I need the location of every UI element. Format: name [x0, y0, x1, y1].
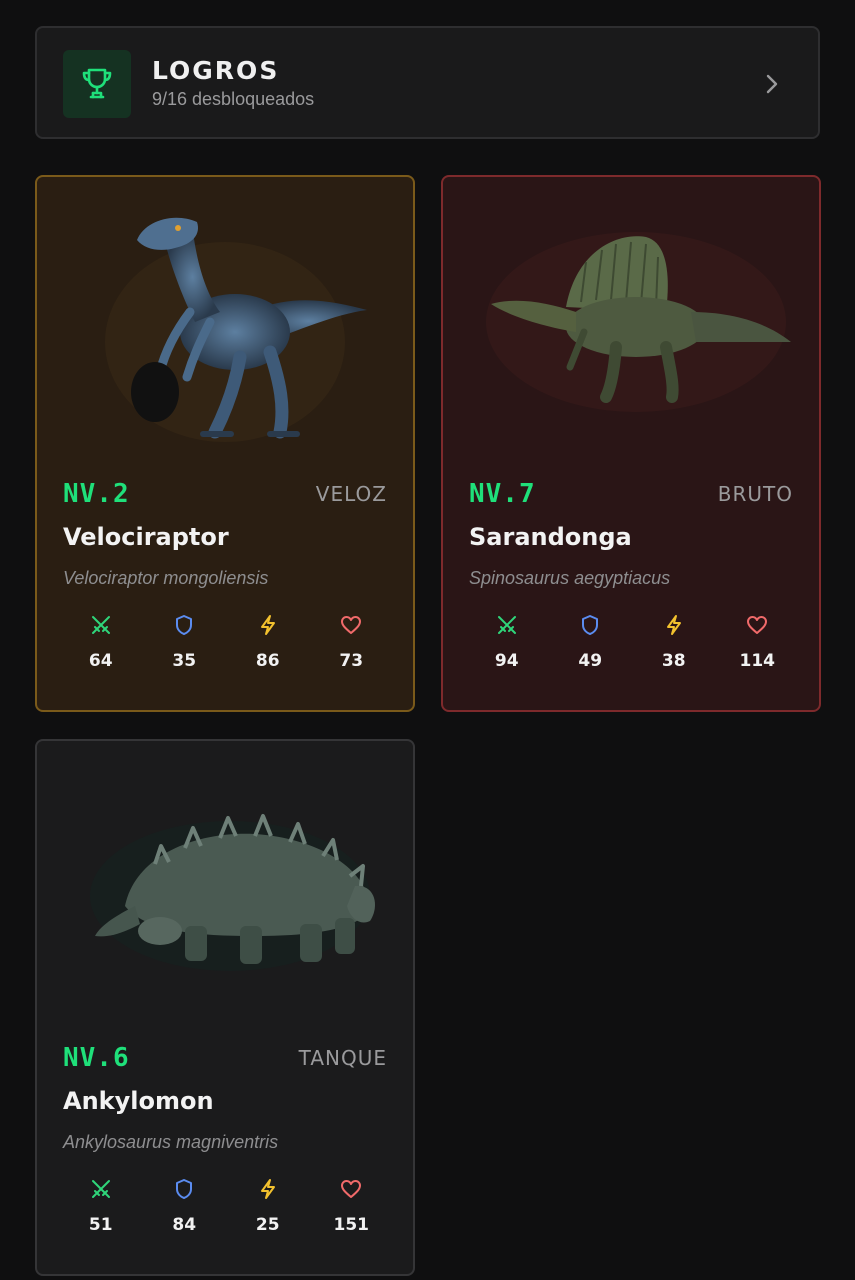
dino-card-velociraptor[interactable]: NV.2 VELOZ Velociraptor Velociraptor mon… — [35, 175, 415, 712]
stat-attack-value: 64 — [88, 651, 113, 671]
stat-defense: 49 — [549, 613, 633, 671]
stat-health: 151 — [310, 1177, 394, 1235]
chevron-right-icon — [762, 72, 782, 96]
stats-row: 94 49 38 114 — [465, 613, 799, 671]
stat-defense-value: 49 — [578, 651, 603, 671]
stat-defense: 84 — [143, 1177, 227, 1235]
stat-health: 114 — [716, 613, 800, 671]
stat-attack: 94 — [465, 613, 549, 671]
stat-speed: 25 — [226, 1177, 310, 1235]
stat-attack: 64 — [59, 613, 143, 671]
achievements-banner[interactable]: LOGROS 9/16 desbloqueados — [35, 26, 820, 139]
swords-icon — [90, 1177, 112, 1201]
stat-defense: 35 — [143, 613, 227, 671]
lightning-icon — [258, 1177, 278, 1201]
shield-icon — [580, 613, 600, 637]
class-label: TANQUE — [298, 1046, 387, 1070]
lightning-icon — [258, 613, 278, 637]
class-label: BRUTO — [717, 482, 793, 506]
stat-health-value: 73 — [339, 651, 364, 671]
stat-defense-value: 84 — [172, 1215, 197, 1235]
swords-icon — [496, 613, 518, 637]
dino-card-sarandonga[interactable]: NV.7 BRUTO Sarandonga Spinosaurus aegypt… — [441, 175, 821, 712]
heart-icon — [340, 613, 362, 637]
stat-attack: 51 — [59, 1177, 143, 1235]
level-label: NV.7 — [469, 479, 536, 509]
dino-name: Ankylomon — [63, 1087, 214, 1115]
dino-name: Velociraptor — [63, 523, 229, 551]
stat-health-value: 114 — [739, 651, 776, 671]
stat-health-value: 151 — [333, 1215, 370, 1235]
stat-defense-value: 35 — [172, 651, 197, 671]
class-label: VELOZ — [315, 482, 387, 506]
stat-speed-value: 25 — [255, 1215, 280, 1235]
stat-speed: 86 — [226, 613, 310, 671]
stat-attack-value: 94 — [494, 651, 519, 671]
stat-speed: 38 — [632, 613, 716, 671]
level-label: NV.2 — [63, 479, 130, 509]
swords-icon — [90, 613, 112, 637]
achievements-title: LOGROS — [152, 56, 280, 85]
level-label: NV.6 — [63, 1043, 130, 1073]
dino-species: Spinosaurus aegyptiacus — [469, 568, 671, 588]
velociraptor-illustration — [37, 177, 413, 467]
dino-species: Velociraptor mongoliensis — [63, 568, 269, 588]
trophy-icon — [63, 50, 131, 118]
stat-attack-value: 51 — [88, 1215, 113, 1235]
spinosaurus-illustration — [443, 177, 819, 467]
stat-health: 73 — [310, 613, 394, 671]
achievements-progress: 9/16 desbloqueados — [152, 89, 315, 109]
dino-species: Ankylosaurus magniventris — [63, 1132, 279, 1152]
lightning-icon — [664, 613, 684, 637]
stats-row: 64 35 86 73 — [59, 613, 393, 671]
dino-card-ankylomon[interactable]: NV.6 TANQUE Ankylomon Ankylosaurus magni… — [35, 739, 415, 1276]
dino-name: Sarandonga — [469, 523, 632, 551]
ankylosaurus-illustration — [37, 741, 413, 1031]
stat-speed-value: 38 — [661, 651, 686, 671]
shield-icon — [174, 1177, 194, 1201]
heart-icon — [746, 613, 768, 637]
stat-speed-value: 86 — [255, 651, 280, 671]
heart-icon — [340, 1177, 362, 1201]
stats-row: 51 84 25 151 — [59, 1177, 393, 1235]
shield-icon — [174, 613, 194, 637]
